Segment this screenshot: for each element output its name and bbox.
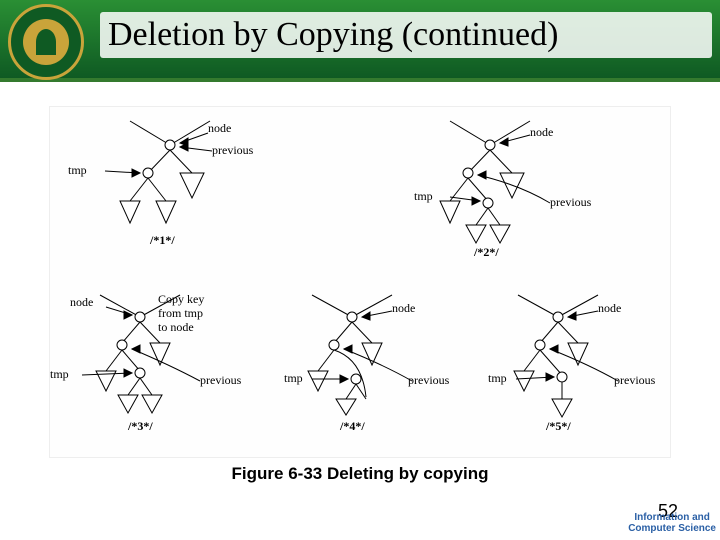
label-tmp: tmp [68, 163, 87, 178]
label-node: node [70, 295, 93, 310]
label-tmp: tmp [50, 367, 69, 382]
step-tag-4: /*4*/ [340, 419, 365, 434]
label-tmp: tmp [414, 189, 433, 204]
label-node: node [392, 301, 415, 316]
footer-text-bottom: Computer Science [628, 523, 716, 534]
label-previous: previous [200, 373, 241, 388]
step-tag-2: /*2*/ [474, 245, 499, 260]
label-node: node [598, 301, 621, 316]
diagram-step-1: node previous tmp /*1*/ [60, 113, 280, 267]
figure-diagram: node previous tmp /*1*/ [49, 106, 671, 458]
label-copy: Copy key from tmp to node [158, 293, 204, 334]
label-previous: previous [212, 143, 253, 158]
diagram-step-3: node Copy key from tmp to node tmp previ… [50, 287, 260, 456]
label-previous: previous [614, 373, 655, 388]
university-seal-icon [8, 4, 84, 80]
slide-title: Deletion by Copying (continued) [100, 12, 712, 58]
label-node: node [530, 125, 553, 140]
footer-text-top: Information and [628, 512, 716, 523]
label-tmp: tmp [284, 371, 303, 386]
label-node: node [208, 121, 231, 136]
figure-caption: Figure 6-33 Deleting by copying [0, 464, 720, 484]
label-previous: previous [408, 373, 449, 388]
department-logo-icon: Information and Computer Science [628, 512, 716, 534]
diagram-step-5: node tmp previous /*5*/ [468, 287, 668, 456]
label-previous: previous [550, 195, 591, 210]
step-tag-1: /*1*/ [150, 233, 175, 248]
diagram-step-2: node tmp previous /*2*/ [380, 113, 640, 272]
slide-header: Deletion by Copying (continued) [0, 0, 720, 82]
step-tag-5: /*5*/ [546, 419, 571, 434]
diagram-step-4: node tmp previous /*4*/ [262, 287, 462, 456]
label-tmp: tmp [488, 371, 507, 386]
step-tag-3: /*3*/ [128, 419, 153, 434]
